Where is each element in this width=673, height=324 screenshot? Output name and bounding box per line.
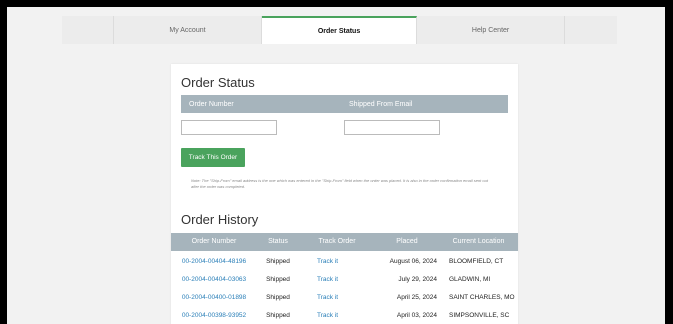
placed-date-cell: July 29, 2024 xyxy=(398,276,437,283)
shipped-from-email-input[interactable] xyxy=(344,120,440,135)
table-row: 00-2004-00404-48196 Shipped Track it Aug… xyxy=(171,253,518,271)
page-frame: My Account Order Status Help Center Orde… xyxy=(7,7,665,324)
tab-spacer-left xyxy=(62,16,115,44)
track-it-link[interactable]: Track it xyxy=(299,289,375,307)
location-cell: BLOOMFIELD, CT xyxy=(449,258,504,265)
order-history-header: Order Number Status Track Order Placed C… xyxy=(171,233,518,251)
order-number-link[interactable]: 00-2004-00404-48196 xyxy=(171,253,257,271)
table-row: 00-2004-00400-01898 Shipped Track it Apr… xyxy=(171,289,518,307)
order-number-link[interactable]: 00-2004-00400-01898 xyxy=(171,289,257,307)
order-number-label: Order Number xyxy=(189,100,234,108)
order-history-title: Order History xyxy=(181,212,259,227)
track-it-link[interactable]: Track it xyxy=(299,271,375,289)
placed-date-cell: April 03, 2024 xyxy=(396,312,437,319)
order-status-cell: Shipped xyxy=(266,312,290,319)
tab-order-status[interactable]: Order Status xyxy=(261,16,418,44)
order-card: Order Status Order Number Shipped From E… xyxy=(171,64,518,324)
order-status-cell: Shipped xyxy=(266,258,290,265)
col-order-number: Order Number xyxy=(191,238,237,245)
location-cell: GLADWIN, MI xyxy=(449,276,491,283)
order-status-cell: Shipped xyxy=(266,276,290,283)
tab-spacer-right xyxy=(565,16,617,44)
placed-date-cell: August 06, 2024 xyxy=(389,258,437,265)
order-status-form-header: Order Number Shipped From Email xyxy=(181,95,508,113)
top-nav-tabs: My Account Order Status Help Center xyxy=(62,16,617,44)
order-number-link[interactable]: 00-2004-00398-93952 xyxy=(171,307,257,324)
col-status: Status xyxy=(268,238,288,245)
placed-date-cell: April 25, 2024 xyxy=(396,294,437,301)
track-it-link[interactable]: Track it xyxy=(299,253,375,271)
order-number-link[interactable]: 00-2004-00404-03063 xyxy=(171,271,257,289)
table-row: 00-2004-00398-93952 Shipped Track it Apr… xyxy=(171,307,518,324)
track-it-link[interactable]: Track it xyxy=(299,307,375,324)
order-status-cell: Shipped xyxy=(266,294,290,301)
location-cell: SAINT CHARLES, MO xyxy=(449,294,515,301)
ship-from-note: Note: The "Ship-From" email address is t… xyxy=(191,178,488,189)
tab-my-account[interactable]: My Account xyxy=(114,16,262,44)
tab-help-center[interactable]: Help Center xyxy=(417,16,565,44)
order-number-input[interactable] xyxy=(181,120,277,135)
order-status-title: Order Status xyxy=(181,75,255,90)
col-placed: Placed xyxy=(396,238,418,245)
col-track-order: Track Order xyxy=(318,238,356,245)
table-row: 00-2004-00404-03063 Shipped Track it Jul… xyxy=(171,271,518,289)
location-cell: SIMPSONVILLE, SC xyxy=(449,312,510,319)
track-this-order-button[interactable]: Track This Order xyxy=(181,148,245,167)
shipped-from-label: Shipped From Email xyxy=(349,100,413,108)
col-current-location: Current Location xyxy=(452,238,505,245)
